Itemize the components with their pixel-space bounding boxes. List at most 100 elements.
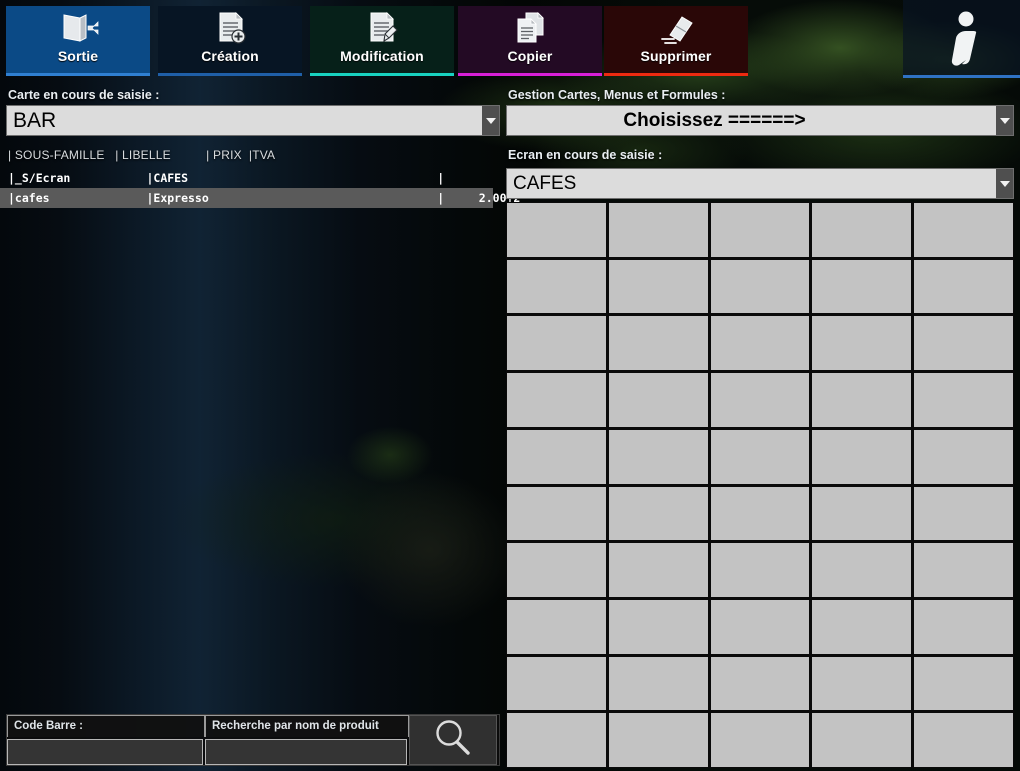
product-key[interactable] bbox=[812, 429, 912, 484]
product-key[interactable] bbox=[710, 713, 810, 767]
copier-accent bbox=[458, 73, 602, 76]
product-key[interactable] bbox=[812, 599, 912, 654]
modification-label: Modification bbox=[340, 48, 424, 64]
product-key[interactable] bbox=[507, 656, 606, 711]
product-key[interactable] bbox=[507, 429, 606, 484]
barcode-group: Code Barre : bbox=[7, 715, 205, 765]
ecran-combo[interactable]: CAFES bbox=[506, 168, 1014, 199]
product-key[interactable] bbox=[914, 203, 1013, 257]
gestion-label: Gestion Cartes, Menus et Formules : bbox=[508, 88, 726, 102]
supprimer-label: Supprimer bbox=[640, 48, 712, 64]
creation-accent bbox=[158, 73, 302, 76]
background-moss bbox=[330, 410, 450, 500]
magnifier-icon bbox=[430, 717, 476, 764]
gestion-combo-value: Choisissez ======> bbox=[623, 109, 806, 131]
product-key[interactable] bbox=[507, 316, 606, 371]
product-key[interactable] bbox=[608, 713, 708, 767]
sortie-label: Sortie bbox=[57, 48, 99, 64]
chevron-down-icon[interactable] bbox=[996, 169, 1013, 198]
product-key[interactable] bbox=[710, 543, 810, 597]
product-key[interactable] bbox=[507, 543, 606, 597]
product-key[interactable] bbox=[608, 259, 708, 314]
product-key-grid bbox=[506, 202, 1014, 768]
product-name-group: Recherche par nom de produit bbox=[205, 715, 409, 765]
product-key[interactable] bbox=[914, 656, 1013, 711]
product-key[interactable] bbox=[710, 486, 810, 541]
product-key[interactable] bbox=[812, 486, 912, 541]
product-key[interactable] bbox=[812, 203, 912, 257]
exit-door-icon bbox=[6, 8, 150, 48]
product-key[interactable] bbox=[507, 373, 606, 427]
product-key[interactable] bbox=[710, 599, 810, 654]
product-key[interactable] bbox=[710, 373, 810, 427]
product-key[interactable] bbox=[710, 316, 810, 371]
product-key[interactable] bbox=[608, 543, 708, 597]
copier-label: Copier bbox=[507, 48, 553, 64]
product-key[interactable] bbox=[710, 203, 810, 257]
product-key[interactable] bbox=[608, 429, 708, 484]
product-key[interactable] bbox=[914, 259, 1013, 314]
ecran-combo-value: CAFES bbox=[513, 172, 577, 194]
product-key[interactable] bbox=[914, 486, 1013, 541]
product-key[interactable] bbox=[812, 543, 912, 597]
product-key[interactable] bbox=[710, 656, 810, 711]
chevron-down-icon[interactable] bbox=[996, 106, 1013, 135]
product-key[interactable] bbox=[507, 259, 606, 314]
product-key[interactable] bbox=[507, 203, 606, 257]
search-strip: Code Barre : Recherche par nom de produi… bbox=[6, 714, 500, 766]
info-icon bbox=[903, 6, 1020, 72]
modification-button[interactable]: Modification bbox=[310, 6, 454, 76]
eraser-icon bbox=[604, 8, 748, 48]
product-key[interactable] bbox=[914, 316, 1013, 371]
supprimer-button[interactable]: Supprimer bbox=[604, 6, 748, 76]
product-name-label: Recherche par nom de produit bbox=[205, 715, 409, 737]
product-key[interactable] bbox=[608, 599, 708, 654]
copier-button[interactable]: Copier bbox=[458, 6, 602, 76]
creation-button[interactable]: Création bbox=[158, 6, 302, 76]
product-key[interactable] bbox=[507, 713, 606, 767]
product-key[interactable] bbox=[914, 713, 1013, 767]
document-add-icon bbox=[158, 8, 302, 48]
carte-combo[interactable]: BAR bbox=[6, 105, 500, 136]
product-key[interactable] bbox=[710, 429, 810, 484]
product-key[interactable] bbox=[507, 486, 606, 541]
product-key[interactable] bbox=[608, 203, 708, 257]
product-key[interactable] bbox=[608, 316, 708, 371]
product-key[interactable] bbox=[608, 656, 708, 711]
product-key[interactable] bbox=[914, 599, 1013, 654]
info-button[interactable] bbox=[903, 0, 1020, 78]
table-row[interactable]: |_S/Ecran |CAFES | | bbox=[0, 168, 520, 188]
product-key[interactable] bbox=[608, 486, 708, 541]
ecran-label: Ecran en cours de saisie : bbox=[508, 148, 663, 162]
product-key[interactable] bbox=[507, 599, 606, 654]
application-window: Sortie Création Modification Copier Supp… bbox=[0, 0, 1020, 771]
barcode-input[interactable] bbox=[7, 739, 203, 765]
sortie-accent bbox=[6, 73, 150, 76]
document-edit-icon bbox=[310, 8, 454, 48]
carte-label: Carte en cours de saisie : bbox=[8, 88, 160, 102]
info-accent bbox=[903, 75, 1020, 78]
search-button[interactable] bbox=[409, 715, 497, 765]
table-row[interactable]: |cafes |Expresso | 2.00|2 bbox=[0, 188, 520, 208]
product-key[interactable] bbox=[710, 259, 810, 314]
sortie-button[interactable]: Sortie bbox=[6, 6, 150, 76]
product-key[interactable] bbox=[914, 543, 1013, 597]
barcode-label: Code Barre : bbox=[7, 715, 205, 737]
main-toolbar: Sortie Création Modification Copier Supp… bbox=[0, 0, 1020, 78]
product-key[interactable] bbox=[914, 429, 1013, 484]
product-key[interactable] bbox=[812, 373, 912, 427]
creation-label: Création bbox=[201, 48, 259, 64]
supprimer-accent bbox=[604, 73, 748, 76]
product-key[interactable] bbox=[812, 713, 912, 767]
product-list-header: | SOUS-FAMILLE | LIBELLE | PRIX |TVA bbox=[8, 148, 276, 162]
product-key[interactable] bbox=[608, 373, 708, 427]
product-key[interactable] bbox=[812, 316, 912, 371]
document-copy-icon bbox=[458, 8, 602, 48]
modification-accent bbox=[310, 73, 454, 76]
product-key[interactable] bbox=[812, 656, 912, 711]
product-key[interactable] bbox=[812, 259, 912, 314]
chevron-down-icon[interactable] bbox=[482, 106, 499, 135]
gestion-combo[interactable]: Choisissez ======> bbox=[506, 105, 1014, 136]
product-key[interactable] bbox=[914, 373, 1013, 427]
product-name-input[interactable] bbox=[205, 739, 407, 765]
